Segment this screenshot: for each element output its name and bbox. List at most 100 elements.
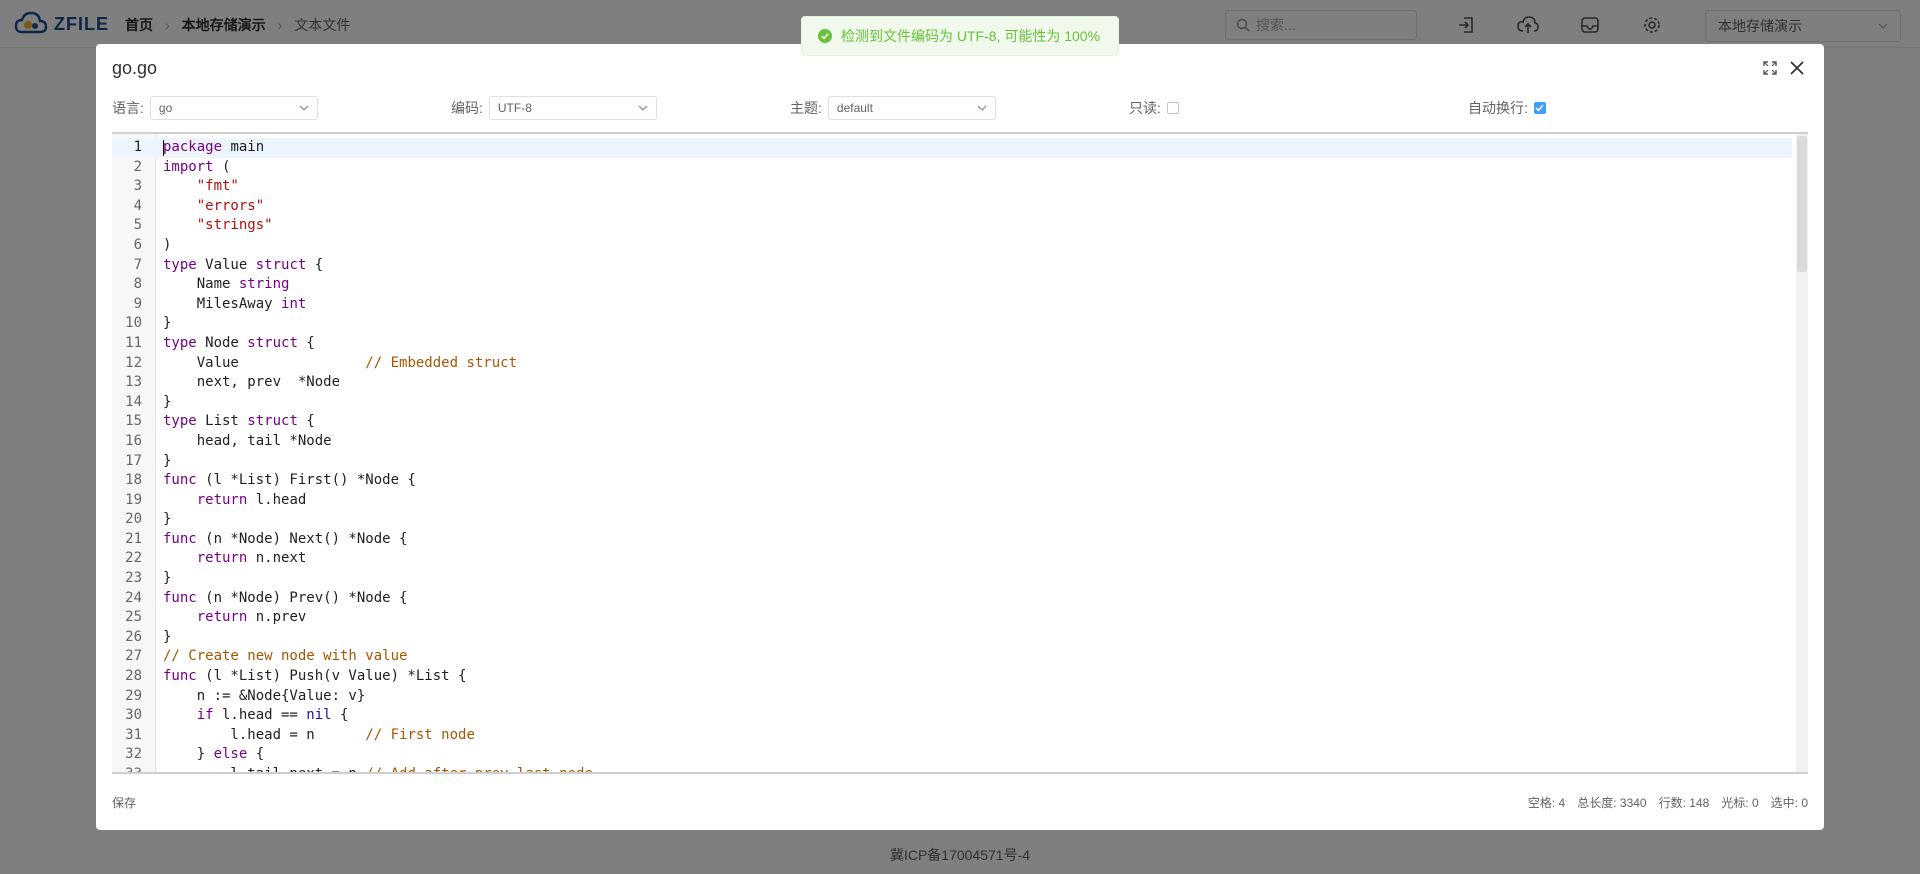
code-line[interactable]: 11 type Node struct { xyxy=(112,334,1792,354)
editor-toolbar: 语言: go 编码: UTF-8 主题: default 只读: 自动换行: xyxy=(112,95,1808,121)
vertical-scrollbar[interactable] xyxy=(1796,134,1808,772)
code-text: type Value struct { xyxy=(163,256,324,273)
code-line[interactable]: 1 package main xyxy=(112,138,1792,158)
readonly-field: 只读: xyxy=(1129,95,1179,121)
code-line[interactable]: 27 // Create new node with value xyxy=(112,647,1792,667)
code-line[interactable]: 30 if l.head == nil { xyxy=(112,706,1792,726)
code-line[interactable]: 22 return n.next xyxy=(112,549,1792,569)
line-number: 21 xyxy=(125,530,142,547)
code-editor[interactable]: 1 package main 2 import (3 "fmt" 4 "errors" 5… xyxy=(112,132,1808,774)
code-line[interactable]: 4 "errors" xyxy=(112,197,1792,217)
code-text: head, tail *Node xyxy=(163,432,332,449)
readonly-label: 只读: xyxy=(1129,100,1161,116)
code-line[interactable]: 21 func (n *Node) Next() *Node { xyxy=(112,530,1792,550)
wrap-field: 自动换行: xyxy=(1468,95,1546,121)
code-text: Value // Embedded struct xyxy=(163,354,518,371)
code-line[interactable]: 29 n := &Node{Value: v} xyxy=(112,687,1792,707)
code-line[interactable]: 16 head, tail *Node xyxy=(112,432,1792,452)
theme-select[interactable]: default xyxy=(827,96,996,120)
stat-length: 总长度: 3340 xyxy=(1577,796,1647,810)
language-label: 语言: xyxy=(112,100,144,116)
code-text: package main xyxy=(163,139,265,155)
line-number: 22 xyxy=(125,550,142,567)
line-number: 19 xyxy=(125,491,142,508)
code-text: type List struct { xyxy=(163,413,315,430)
code-line[interactable]: 6) xyxy=(112,236,1792,256)
scrollbar-thumb[interactable] xyxy=(1797,136,1807,272)
encoding-select[interactable]: UTF-8 xyxy=(488,96,657,120)
code-text: func (n *Node) Prev() *Node { xyxy=(163,589,408,606)
code-line[interactable]: 18 func (l *List) First() *Node { xyxy=(112,471,1792,491)
code-line[interactable]: 31 l.head = n // First node xyxy=(112,726,1792,746)
text-cursor xyxy=(163,140,164,156)
wrap-checkbox[interactable] xyxy=(1533,102,1546,114)
code-line[interactable]: 25 return n.prev xyxy=(112,608,1792,628)
code-line[interactable]: 7 type Value struct { xyxy=(112,256,1792,276)
code-lines[interactable]: 1 package main 2 import (3 "fmt" 4 "errors" 5… xyxy=(112,138,1792,774)
theme-value: default xyxy=(836,101,873,115)
code-text: } xyxy=(163,452,172,469)
encoding-value: UTF-8 xyxy=(497,101,532,115)
code-line[interactable]: 20} xyxy=(112,510,1792,530)
line-number: 25 xyxy=(125,609,142,626)
code-text: l.head = n // First node xyxy=(163,726,475,743)
line-number: 5 xyxy=(133,217,142,234)
code-text: next, prev *Node xyxy=(163,374,341,391)
code-line[interactable]: 19 return l.head xyxy=(112,491,1792,511)
code-line[interactable]: 14} xyxy=(112,393,1792,413)
code-text: } xyxy=(163,315,172,332)
code-text: import ( xyxy=(163,158,231,175)
line-number: 4 xyxy=(133,197,142,214)
code-line[interactable]: 13 next, prev *Node xyxy=(112,373,1792,393)
code-text: } xyxy=(163,393,172,410)
line-number: 7 xyxy=(133,256,142,273)
dialog-footer: 保存 空格: 4 总长度: 3340 行数: 148 光标: 0 选中: 0 xyxy=(112,794,1808,814)
readonly-checkbox[interactable] xyxy=(1166,102,1179,114)
encoding-label: 编码: xyxy=(451,100,483,116)
fullscreen-icon[interactable] xyxy=(1760,58,1780,78)
code-line[interactable]: 3 "fmt" xyxy=(112,177,1792,197)
code-line[interactable]: 5 "strings" xyxy=(112,216,1792,236)
code-line[interactable]: 15 type List struct { xyxy=(112,412,1792,432)
language-field: 语言: go xyxy=(112,95,318,121)
line-number: 18 xyxy=(125,472,142,489)
line-number: 32 xyxy=(125,746,142,763)
language-select[interactable]: go xyxy=(149,96,318,120)
code-line[interactable]: 10} xyxy=(112,314,1792,334)
file-editor-dialog: go.go 语言: go 编码: UTF-8 主题: default 只读: 自… xyxy=(96,44,1824,830)
code-text: return n.prev xyxy=(196,609,307,626)
line-number: 8 xyxy=(133,276,142,293)
code-line[interactable]: 12 Value // Embedded struct xyxy=(112,354,1792,374)
code-line[interactable]: 2 import ( xyxy=(112,158,1792,178)
line-number: 33 xyxy=(125,766,142,774)
code-text: "strings" xyxy=(196,217,273,234)
theme-label: 主题: xyxy=(790,100,822,116)
line-number: 3 xyxy=(133,178,142,195)
line-number: 13 xyxy=(125,374,142,391)
line-number: 15 xyxy=(125,413,142,430)
chevron-down-icon xyxy=(977,105,987,111)
stat-selected: 选中: 0 xyxy=(1770,796,1808,810)
code-line[interactable]: 24 func (n *Node) Prev() *Node { xyxy=(112,589,1792,609)
code-line[interactable]: 33 l.tail.next = n // Add after prev las… xyxy=(112,765,1792,774)
line-number: 20 xyxy=(125,511,142,528)
code-line[interactable]: 23} xyxy=(112,569,1792,589)
close-icon[interactable] xyxy=(1787,58,1807,78)
code-line[interactable]: 9 MilesAway int xyxy=(112,295,1792,315)
editor-stats: 空格: 4 总长度: 3340 行数: 148 光标: 0 选中: 0 xyxy=(1528,794,1808,811)
code-line[interactable]: 28 func (l *List) Push(v Value) *List { xyxy=(112,667,1792,687)
line-number: 23 xyxy=(125,570,142,587)
code-line[interactable]: 32 } else { xyxy=(112,745,1792,765)
save-button[interactable]: 保存 xyxy=(112,794,136,811)
code-text: type Node struct { xyxy=(163,334,315,351)
dialog-title: go.go xyxy=(112,58,158,78)
checkmark-icon xyxy=(1535,104,1544,112)
code-text: } xyxy=(163,570,172,587)
code-line[interactable]: 8 Name string xyxy=(112,275,1792,295)
check-circle-icon xyxy=(818,29,832,43)
code-text: return l.head xyxy=(196,491,307,508)
code-text: func (l *List) Push(v Value) *List { xyxy=(163,668,467,685)
code-text: func (n *Node) Next() *Node { xyxy=(163,530,408,547)
code-line[interactable]: 26} xyxy=(112,628,1792,648)
code-line[interactable]: 17} xyxy=(112,452,1792,472)
